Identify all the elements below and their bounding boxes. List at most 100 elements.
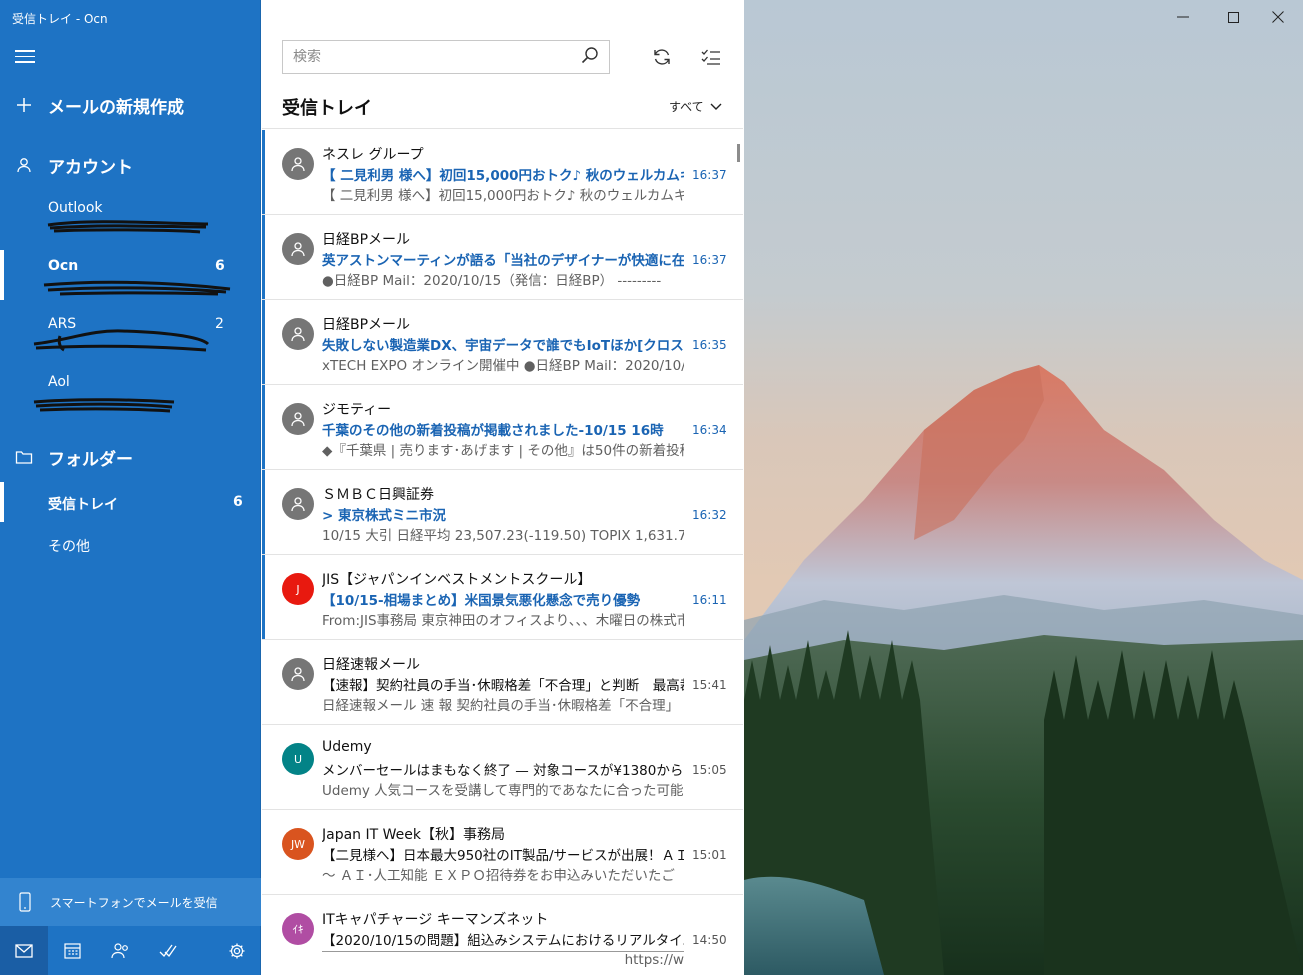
gear-icon[interactable]: [213, 926, 261, 975]
avatar: [282, 488, 314, 520]
mail-icon[interactable]: [0, 926, 48, 975]
mail-list-item[interactable]: 日経速報メール 【速報】契約社員の手当･休暇格差「不合理」と判断 最高裁 日経速報メ…: [262, 640, 743, 725]
folder-title: 受信トレイ: [282, 98, 372, 119]
folder-other[interactable]: その他: [48, 536, 90, 556]
mail-preview: 日経速報メール 速 報 契約社員の手当･休暇格差「不合理」: [322, 698, 680, 714]
search-icon[interactable]: [581, 46, 599, 68]
mail-subject: 英アストンマーティンが語る「当社のデザイナーが快適に在宅勤: [322, 253, 684, 269]
mail-subject: 【二見様へ】日本最大950社のIT製品/サービスが出展！ＡＩ: [322, 848, 684, 864]
sync-icon[interactable]: [649, 44, 675, 70]
mail-subject: メンバーセールはまもなく終了 — 対象コースが¥1380から！: [322, 763, 684, 779]
mail-time: 16:37: [692, 253, 727, 267]
person-icon: [291, 242, 305, 257]
person-icon: [291, 412, 305, 427]
mail-list-item[interactable]: ＳＭＢＣ日興証券 > 東京株式ミニ市況 10/15 大引 日経平均 23,507.2…: [262, 470, 743, 555]
mail-time: 15:05: [692, 763, 727, 777]
redacted-scribble: [33, 398, 175, 413]
scrollbar-thumb[interactable]: [737, 144, 740, 162]
folder-name: 受信トレイ: [48, 497, 118, 513]
avatar: JW: [282, 828, 314, 860]
mail-subject: > 東京株式ミニ市況: [322, 508, 447, 524]
mail-list-item[interactable]: ジモティー千葉のその他の新着投稿が掲載されました-10/15 16時 ◆『千葉県 …: [262, 385, 743, 470]
phone-promo-label: スマートフォンでメールを受信: [50, 895, 218, 910]
mail-subject: 【 二見利男 様へ】初回15,000円おトク♪ 秋のウェルカムキャン: [322, 168, 684, 184]
avatar: ｲｷ: [282, 913, 314, 945]
mountain-landscape-image: [744, 0, 1303, 975]
todo-icon[interactable]: [144, 926, 192, 975]
unread-count: 6: [215, 258, 225, 274]
desktop-wallpaper: [744, 0, 1303, 975]
mail-preview: ◆『千葉県 | 売ります･あげます | その他』は50件の新着投稿が: [322, 443, 684, 459]
app-switcher: [0, 926, 261, 975]
hamburger-icon[interactable]: [14, 46, 36, 68]
avatar: J: [282, 573, 314, 605]
mail-sender: 日経BPメール: [322, 317, 411, 333]
folder-name: その他: [48, 539, 90, 555]
avatar: U: [282, 743, 314, 775]
mail-subject: 千葉のその他の新着投稿が掲載されました-10/15 16時: [322, 423, 664, 439]
mail-list-item[interactable]: U Udemy メンバーセールはまもなく終了 — 対象コースが¥1380から！ Ude…: [262, 725, 743, 810]
folder-inbox[interactable]: 受信トレイ 6: [48, 494, 243, 514]
account-aol[interactable]: Aol: [48, 374, 70, 390]
mail-list-item[interactable]: ネスレ グループ【 二見利男 様へ】初回15,000円おトク♪ 秋のウェルカムキ…: [262, 130, 743, 215]
calendar-icon[interactable]: [48, 926, 96, 975]
account-outlook[interactable]: Outlook: [48, 200, 103, 216]
mail-time: 15:01: [692, 848, 727, 862]
filter-dropdown[interactable]: すべて: [669, 98, 722, 115]
new-mail-label: メールの新規作成: [48, 97, 184, 118]
maximize-icon[interactable]: [1210, 0, 1256, 34]
unread-count: 6: [233, 494, 243, 510]
redacted-scribble: [33, 329, 210, 352]
minimize-icon[interactable]: [1160, 0, 1206, 34]
filter-label: すべて: [669, 100, 704, 114]
mail-sender: 日経BPメール: [322, 232, 411, 248]
mail-time: 16:37: [692, 168, 727, 182]
mail-sender: Udemy: [322, 739, 372, 755]
select-mode-icon[interactable]: [698, 44, 724, 70]
mail-list-item[interactable]: 日経BPメール英アストンマーティンが語る「当社のデザイナーが快適に在宅勤 ●日経B…: [262, 215, 743, 300]
account-name: Aol: [48, 374, 70, 390]
mail-list-item[interactable]: ｲｷ ITキャパチャージ キーマンズネット 【2020/10/15の問題】組込みシス…: [262, 895, 743, 975]
mail-sender: Japan IT Week【秋】事務局: [322, 827, 505, 843]
search-input[interactable]: [293, 49, 581, 65]
mail-sender: JIS【ジャパンインベストメントスクール】: [322, 572, 592, 588]
mail-preview: xTECH EXPO オンライン開催中 ●日経BP Mail：2020/10/: [322, 358, 684, 374]
account-selected-indicator: [0, 250, 4, 300]
mail-subject: 【2020/10/15の問題】組込みシステムにおけるリアルタイム性と: [322, 933, 684, 949]
folders-header[interactable]: フォルダー: [0, 444, 261, 470]
phone-promo-button[interactable]: スマートフォンでメールを受信: [0, 878, 261, 926]
person-icon: [291, 327, 305, 342]
search-box[interactable]: [282, 40, 610, 74]
mail-preview: From:JIS事務局 東京神田のオフィスより、、、木曜日の株式市: [322, 613, 684, 629]
mail-time: 15:41: [692, 678, 727, 692]
plus-icon: [0, 97, 48, 113]
mail-time: 14:50: [692, 933, 727, 947]
person-icon: [291, 667, 305, 682]
people-icon[interactable]: [96, 926, 144, 975]
phone-icon: [0, 892, 50, 912]
chevron-down-icon: [710, 103, 722, 110]
mail-time: 16:32: [692, 508, 727, 522]
mail-preview: https://w: [322, 951, 684, 968]
mail-subject: 【10/15-相場まとめ】米国景気悪化懸念で売り優勢: [322, 593, 641, 609]
folders-label: フォルダー: [48, 449, 133, 470]
accounts-header[interactable]: アカウント: [0, 152, 261, 178]
mail-preview: ●日経BP Mail：2020/10/15（発信：日経BP） ---------: [322, 273, 662, 289]
message-list-pane: 受信トレイ すべて ネスレ グループ【 二見利男 様へ】初回15,000円おトク…: [262, 0, 743, 975]
close-icon[interactable]: [1255, 0, 1301, 34]
avatar: [282, 148, 314, 180]
redacted-scribble: [47, 220, 209, 234]
mail-list-item[interactable]: 日経BPメール失敗しない製造業DX、宇宙データで誰でもIoTほか[クロステッ xT…: [262, 300, 743, 385]
mail-sender: ジモティー: [322, 402, 392, 418]
account-ocn[interactable]: Ocn 6: [48, 258, 225, 274]
mail-sender: ＳＭＢＣ日興証券: [322, 487, 434, 503]
avatar: [282, 403, 314, 435]
mail-list-item[interactable]: JW Japan IT Week【秋】事務局【二見様へ】日本最大950社のIT製品…: [262, 810, 743, 895]
account-name: Ocn: [48, 258, 79, 274]
mail-list-item[interactable]: J JIS【ジャパンインベストメントスクール】【10/15-相場まとめ】米国景気悪…: [262, 555, 743, 640]
new-mail-button[interactable]: メールの新規作成: [0, 92, 261, 118]
mail-time: 16:34: [692, 423, 727, 437]
person-icon: [291, 497, 305, 512]
mail-sender: 日経速報メール: [322, 657, 420, 673]
mail-subject: 失敗しない製造業DX、宇宙データで誰でもIoTほか[クロステッ: [322, 338, 684, 354]
